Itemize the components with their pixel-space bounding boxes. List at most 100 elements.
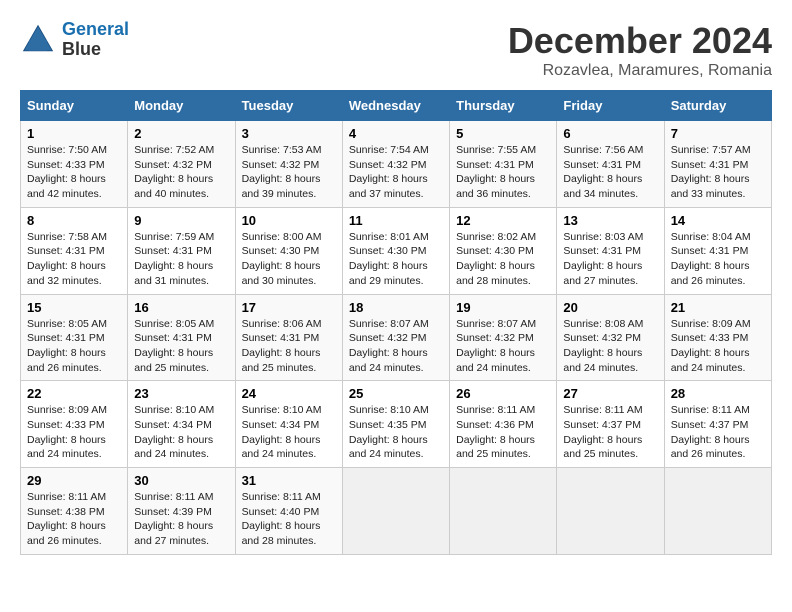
day-info: Sunrise: 8:02 AMSunset: 4:30 PMDaylight:… — [456, 230, 550, 289]
day-number: 21 — [671, 300, 765, 315]
day-info: Sunrise: 7:56 AMSunset: 4:31 PMDaylight:… — [563, 143, 657, 202]
day-number: 8 — [27, 213, 121, 228]
day-info: Sunrise: 8:10 AMSunset: 4:34 PMDaylight:… — [134, 403, 228, 462]
day-number: 15 — [27, 300, 121, 315]
calendar-cell: 14Sunrise: 8:04 AMSunset: 4:31 PMDayligh… — [664, 207, 771, 294]
day-number: 24 — [242, 386, 336, 401]
day-number: 17 — [242, 300, 336, 315]
calendar-cell: 26Sunrise: 8:11 AMSunset: 4:36 PMDayligh… — [450, 381, 557, 468]
page-header: General Blue December 2024 Rozavlea, Mar… — [20, 20, 772, 80]
calendar-header-row: SundayMondayTuesdayWednesdayThursdayFrid… — [21, 91, 772, 121]
day-info: Sunrise: 8:05 AMSunset: 4:31 PMDaylight:… — [134, 317, 228, 376]
day-info: Sunrise: 8:07 AMSunset: 4:32 PMDaylight:… — [349, 317, 443, 376]
calendar-cell: 13 Sunrise: 8:03 AMSunset: 4:31 PMDayligh… — [557, 207, 664, 294]
day-number: 16 — [134, 300, 228, 315]
calendar-cell: 11Sunrise: 8:01 AMSunset: 4:30 PMDayligh… — [342, 207, 449, 294]
day-number: 19 — [456, 300, 550, 315]
day-info: Sunrise: 7:52 AMSunset: 4:32 PMDaylight:… — [134, 143, 228, 202]
location-subtitle: Rozavlea, Maramures, Romania — [508, 62, 772, 80]
calendar-cell: 23 Sunrise: 8:10 AMSunset: 4:34 PMDayligh… — [128, 381, 235, 468]
day-info: Sunrise: 8:10 AMSunset: 4:35 PMDaylight:… — [349, 403, 443, 462]
calendar-cell: 3 Sunrise: 7:53 AMSunset: 4:32 PMDaylight… — [235, 121, 342, 208]
calendar-cell: 4 Sunrise: 7:54 AMSunset: 4:32 PMDaylight… — [342, 121, 449, 208]
day-number: 29 — [27, 473, 121, 488]
calendar-cell — [450, 468, 557, 555]
calendar-cell: 9Sunrise: 7:59 AMSunset: 4:31 PMDaylight… — [128, 207, 235, 294]
week-row-4: 22 Sunrise: 8:09 AMSunset: 4:33 PMDayligh… — [21, 381, 772, 468]
day-number: 12 — [456, 213, 550, 228]
day-info: Sunrise: 7:55 AMSunset: 4:31 PMDaylight:… — [456, 143, 550, 202]
calendar-cell: 21 Sunrise: 8:09 AMSunset: 4:33 PMDayligh… — [664, 294, 771, 381]
calendar-table: SundayMondayTuesdayWednesdayThursdayFrid… — [20, 90, 772, 555]
logo: General Blue — [20, 20, 129, 60]
day-number: 14 — [671, 213, 765, 228]
calendar-cell: 22 Sunrise: 8:09 AMSunset: 4:33 PMDayligh… — [21, 381, 128, 468]
calendar-cell: 12 Sunrise: 8:02 AMSunset: 4:30 PMDayligh… — [450, 207, 557, 294]
logo-text: General Blue — [62, 20, 129, 60]
calendar-cell: 2Sunrise: 7:52 AMSunset: 4:32 PMDaylight… — [128, 121, 235, 208]
day-number: 3 — [242, 126, 336, 141]
week-row-1: 1Sunrise: 7:50 AMSunset: 4:33 PMDaylight… — [21, 121, 772, 208]
header-sunday: Sunday — [21, 91, 128, 121]
day-number: 31 — [242, 473, 336, 488]
header-tuesday: Tuesday — [235, 91, 342, 121]
day-number: 28 — [671, 386, 765, 401]
logo-line2: Blue — [62, 40, 129, 60]
calendar-cell: 6 Sunrise: 7:56 AMSunset: 4:31 PMDaylight… — [557, 121, 664, 208]
day-info: Sunrise: 8:09 AMSunset: 4:33 PMDaylight:… — [671, 317, 765, 376]
calendar-cell: 1Sunrise: 7:50 AMSunset: 4:33 PMDaylight… — [21, 121, 128, 208]
day-info: Sunrise: 8:05 AMSunset: 4:31 PMDaylight:… — [27, 317, 121, 376]
calendar-cell: 16 Sunrise: 8:05 AMSunset: 4:31 PMDayligh… — [128, 294, 235, 381]
day-number: 6 — [563, 126, 657, 141]
logo-icon — [20, 22, 56, 58]
day-number: 20 — [563, 300, 657, 315]
day-info: Sunrise: 8:08 AMSunset: 4:32 PMDaylight:… — [563, 317, 657, 376]
day-info: Sunrise: 7:53 AMSunset: 4:32 PMDaylight:… — [242, 143, 336, 202]
calendar-cell: 29Sunrise: 8:11 AMSunset: 4:38 PMDayligh… — [21, 468, 128, 555]
month-title: December 2024 — [508, 20, 772, 62]
calendar-cell: 24 Sunrise: 8:10 AMSunset: 4:34 PMDayligh… — [235, 381, 342, 468]
header-monday: Monday — [128, 91, 235, 121]
day-info: Sunrise: 7:58 AMSunset: 4:31 PMDaylight:… — [27, 230, 121, 289]
calendar-cell: 17Sunrise: 8:06 AMSunset: 4:31 PMDayligh… — [235, 294, 342, 381]
day-info: Sunrise: 8:01 AMSunset: 4:30 PMDaylight:… — [349, 230, 443, 289]
day-info: Sunrise: 7:57 AMSunset: 4:31 PMDaylight:… — [671, 143, 765, 202]
day-number: 26 — [456, 386, 550, 401]
calendar-cell: 27 Sunrise: 8:11 AMSunset: 4:37 PMDayligh… — [557, 381, 664, 468]
title-block: December 2024 Rozavlea, Maramures, Roman… — [508, 20, 772, 80]
day-info: Sunrise: 8:11 AMSunset: 4:39 PMDaylight:… — [134, 490, 228, 549]
calendar-cell: 15 Sunrise: 8:05 AMSunset: 4:31 PMDayligh… — [21, 294, 128, 381]
calendar-cell — [557, 468, 664, 555]
day-info: Sunrise: 8:10 AMSunset: 4:34 PMDaylight:… — [242, 403, 336, 462]
day-number: 22 — [27, 386, 121, 401]
calendar-cell: 19 Sunrise: 8:07 AMSunset: 4:32 PMDayligh… — [450, 294, 557, 381]
day-number: 4 — [349, 126, 443, 141]
calendar-cell: 20 Sunrise: 8:08 AMSunset: 4:32 PMDayligh… — [557, 294, 664, 381]
day-info: Sunrise: 8:03 AMSunset: 4:31 PMDaylight:… — [563, 230, 657, 289]
week-row-5: 29Sunrise: 8:11 AMSunset: 4:38 PMDayligh… — [21, 468, 772, 555]
calendar-body: 1Sunrise: 7:50 AMSunset: 4:33 PMDaylight… — [21, 121, 772, 555]
day-info: Sunrise: 8:07 AMSunset: 4:32 PMDaylight:… — [456, 317, 550, 376]
calendar-cell: 28 Sunrise: 8:11 AMSunset: 4:37 PMDayligh… — [664, 381, 771, 468]
day-info: Sunrise: 7:59 AMSunset: 4:31 PMDaylight:… — [134, 230, 228, 289]
calendar-cell: 30 Sunrise: 8:11 AMSunset: 4:39 PMDayligh… — [128, 468, 235, 555]
day-info: Sunrise: 8:11 AMSunset: 4:37 PMDaylight:… — [563, 403, 657, 462]
header-thursday: Thursday — [450, 91, 557, 121]
calendar-cell: 18Sunrise: 8:07 AMSunset: 4:32 PMDayligh… — [342, 294, 449, 381]
calendar-cell — [342, 468, 449, 555]
day-number: 13 — [563, 213, 657, 228]
day-info: Sunrise: 8:09 AMSunset: 4:33 PMDaylight:… — [27, 403, 121, 462]
day-number: 23 — [134, 386, 228, 401]
logo-line1: General — [62, 19, 129, 39]
calendar-cell: 25Sunrise: 8:10 AMSunset: 4:35 PMDayligh… — [342, 381, 449, 468]
calendar-cell: 5Sunrise: 7:55 AMSunset: 4:31 PMDaylight… — [450, 121, 557, 208]
day-info: Sunrise: 7:54 AMSunset: 4:32 PMDaylight:… — [349, 143, 443, 202]
day-info: Sunrise: 7:50 AMSunset: 4:33 PMDaylight:… — [27, 143, 121, 202]
day-number: 27 — [563, 386, 657, 401]
week-row-2: 8 Sunrise: 7:58 AMSunset: 4:31 PMDaylight… — [21, 207, 772, 294]
calendar-cell: 8 Sunrise: 7:58 AMSunset: 4:31 PMDaylight… — [21, 207, 128, 294]
day-info: Sunrise: 8:11 AMSunset: 4:40 PMDaylight:… — [242, 490, 336, 549]
day-info: Sunrise: 8:11 AMSunset: 4:37 PMDaylight:… — [671, 403, 765, 462]
day-number: 10 — [242, 213, 336, 228]
day-number: 30 — [134, 473, 228, 488]
